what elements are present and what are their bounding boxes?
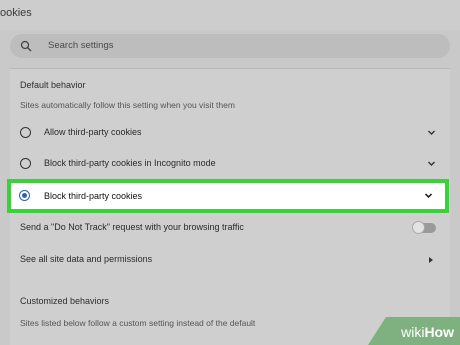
- do-not-track-label: Send a "Do Not Track" request with your …: [20, 222, 244, 232]
- radio-button[interactable]: [20, 127, 31, 138]
- chevron-down-icon[interactable]: [427, 128, 436, 137]
- toggle-knob: [412, 221, 425, 234]
- do-not-track-toggle[interactable]: [412, 221, 436, 234]
- chevron-down-icon[interactable]: [424, 191, 433, 200]
- page-title: ookies: [0, 7, 32, 19]
- option-label: Block third-party cookies in Incognito m…: [44, 158, 216, 168]
- site-data-row[interactable]: See all site data and permissions: [10, 245, 450, 275]
- chevron-down-icon[interactable]: [427, 159, 436, 168]
- wikihow-logo: wikiHow: [401, 324, 454, 340]
- search-icon: [20, 40, 32, 52]
- customized-behaviors-description: Sites listed below follow a custom setti…: [20, 318, 256, 328]
- option-label: Block third-party cookies: [44, 191, 143, 201]
- do-not-track-row[interactable]: Send a "Do Not Track" request with your …: [10, 213, 450, 243]
- option-block-incognito[interactable]: Block third-party cookies in Incognito m…: [10, 149, 450, 179]
- search-bar[interactable]: Search settings: [10, 34, 450, 58]
- watermark-how: How: [424, 324, 454, 340]
- site-data-label: See all site data and permissions: [20, 254, 153, 264]
- arrow-right-icon: [429, 257, 433, 263]
- option-block-third-party[interactable]: Block third-party cookies: [7, 179, 449, 213]
- radio-button-selected[interactable]: [19, 190, 30, 201]
- default-behavior-description: Sites automatically follow this setting …: [20, 100, 235, 110]
- default-behavior-title: Default behavior: [20, 80, 86, 90]
- search-input[interactable]: Search settings: [48, 40, 113, 51]
- radio-button[interactable]: [20, 158, 31, 169]
- option-allow-third-party[interactable]: Allow third-party cookies: [10, 118, 450, 148]
- option-label: Allow third-party cookies: [44, 127, 142, 137]
- customized-behaviors-title: Customized behaviors: [20, 296, 110, 306]
- watermark-wiki: wiki: [401, 324, 425, 340]
- top-bar: ookies: [0, 0, 460, 30]
